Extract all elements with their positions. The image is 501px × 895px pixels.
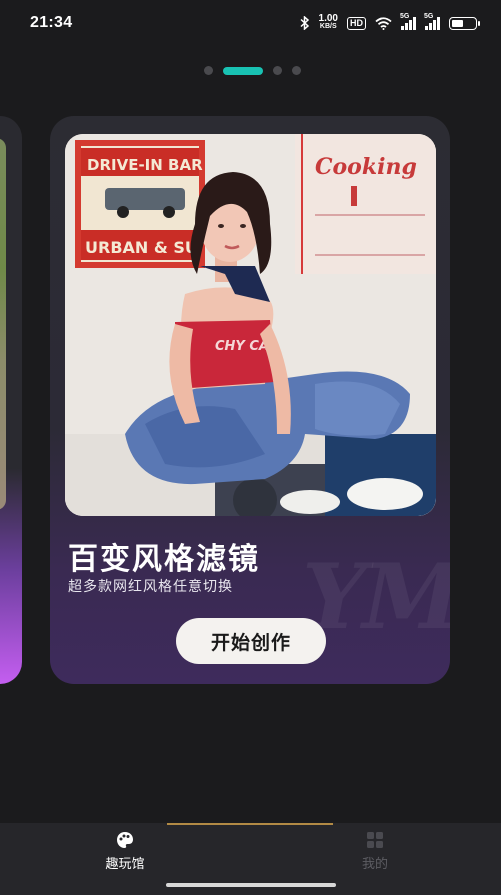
grid-icon [367,832,383,848]
card-photo: DRIVE-IN BAR URBAN & SU Cooking CHY CA [65,134,436,516]
tab-indicator [167,823,333,825]
status-bar: 21:34 1.00 KB/S HD 5G 5G [0,0,501,46]
sim2-label: 5G [424,13,434,20]
bluetooth-icon [300,16,309,30]
signal-icon: 5G [400,13,416,30]
hd-badge: HD [347,16,366,30]
battery-fill [452,19,463,27]
app-screen: 21:34 1.00 KB/S HD 5G 5G DRIVE-IN BAR UR… [0,0,501,895]
pager-dot-active[interactable] [223,66,263,75]
photo-illustration: DRIVE-IN BAR URBAN & SU Cooking CHY CA [65,134,436,516]
pager-dot[interactable] [292,66,301,75]
wall-poster-right: Cooking [295,134,436,274]
card-title: 百变风格滤镜 [68,542,260,577]
tab-fun-hall-label: 趣玩馆 [105,857,145,872]
status-icons: 1.00 KB/S HD 5G 5G [300,13,480,31]
start-creating-button[interactable]: 开始创作 [176,618,326,664]
tab-mine-label: 我的 [361,857,388,872]
previous-card-photo [0,138,6,510]
sign-right-text: Cooking [315,154,417,180]
battery-icon [449,16,480,30]
pager-dot[interactable] [273,66,282,75]
palette-icon [117,832,133,848]
carousel-pager [0,66,501,75]
previous-card[interactable] [0,116,22,684]
card-subtitle: 超多款网红风格任意切换 [68,579,233,595]
sign-left-text: DRIVE-IN BAR [87,156,203,174]
tank-top-text: CHY CA [215,339,269,354]
tab-fun-hall[interactable]: 趣玩馆 [65,831,185,872]
signal-icon-2: 5G [424,13,440,30]
pager-dot[interactable] [204,66,213,75]
wifi-icon [375,16,392,30]
status-time: 21:34 [30,14,73,31]
net-speed: 1.00 KB/S [318,13,338,31]
sim1-label: 5G [400,13,410,20]
sign-left-text-2: URBAN & SU [85,238,198,257]
feature-card[interactable]: DRIVE-IN BAR URBAN & SU Cooking CHY CA Y… [50,116,450,684]
wall-sign-left: DRIVE-IN BAR URBAN & SU [75,140,205,268]
tab-mine[interactable]: 我的 [315,831,435,872]
net-speed-value: 1.00 [318,13,338,24]
home-indicator[interactable] [166,883,336,887]
net-speed-unit: KB/S [319,23,337,30]
